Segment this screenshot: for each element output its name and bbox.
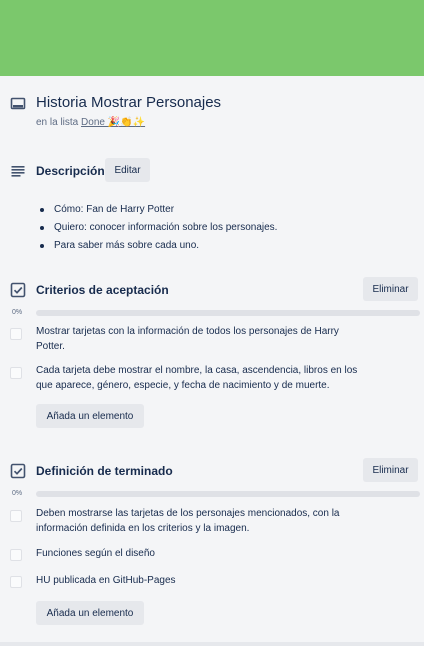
edit-description-button[interactable]: Editar [105,158,150,182]
checklist-icon [10,463,26,479]
add-item-button[interactable]: Añada un elemento [36,601,144,625]
checklist-title[interactable]: Criterios de aceptación [36,283,169,297]
checklist-item-text[interactable]: Mostrar tarjetas con la información de t… [36,324,366,354]
checklist-item-text[interactable]: Cada tarjeta debe mostrar el nombre, la … [36,363,366,393]
description-body[interactable]: Cómo: Fan de Harry Potter Quiero: conoce… [36,203,416,257]
progress-percent: 0% [12,490,23,497]
description-title: Descripción [36,164,105,178]
checklist-icon [10,282,26,298]
checklist-item-checkbox[interactable] [10,510,22,522]
in-list-prefix: en la lista [36,117,79,128]
description-item: Cómo: Fan de Harry Potter [36,203,416,221]
description-item: Para saber más sobre cada uno. [36,239,416,257]
delete-checklist-button[interactable]: Eliminar [363,458,418,482]
card-icon [10,97,26,110]
checklist-item-checkbox[interactable] [10,328,22,340]
progress-bar [36,310,420,316]
progress-percent: 0% [12,309,23,316]
list-link[interactable]: Done 🎉👏✨ [81,117,145,128]
checklist-item-text[interactable]: Deben mostrarse las tarjetas de los pers… [36,506,366,536]
delete-checklist-button[interactable]: Eliminar [363,277,418,301]
bottom-divider [0,642,424,646]
checklist-item-checkbox[interactable] [10,549,22,561]
checklist-item-checkbox[interactable] [10,576,22,588]
checklist-item-text[interactable]: HU publicada en GitHub-Pages [36,573,366,588]
description-icon [11,166,25,177]
description-item: Quiero: conocer información sobre los pe… [36,221,416,239]
card-cover [0,0,424,76]
progress-bar [36,491,420,497]
in-list-label: en la lista Done 🎉👏✨ [36,117,145,128]
card-title[interactable]: Historia Mostrar Personajes [36,94,221,111]
checklist-title[interactable]: Definición de terminado [36,464,173,478]
checklist-item-text[interactable]: Funciones según el diseño [36,546,366,561]
checklist-item-checkbox[interactable] [10,367,22,379]
add-item-button[interactable]: Añada un elemento [36,404,144,428]
